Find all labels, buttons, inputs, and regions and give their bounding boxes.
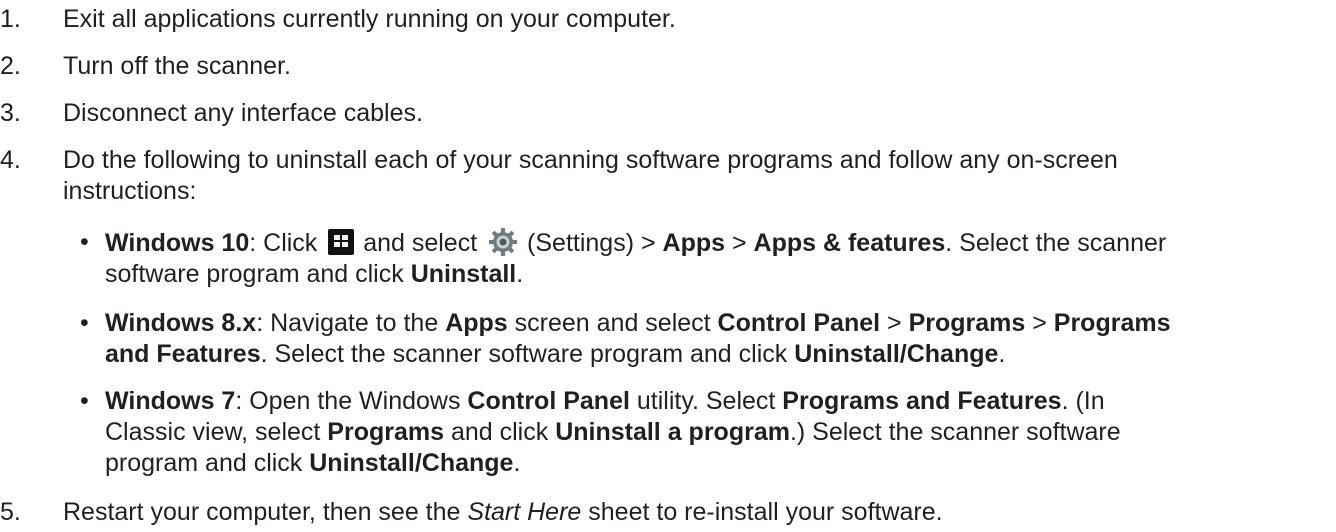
step-text: Turn off the scanner. — [63, 52, 291, 80]
bullet-dot: • — [80, 228, 89, 256]
os-name: Windows 8.x — [105, 309, 257, 337]
step-number: 5. — [0, 498, 21, 526]
step-text: Exit all applications currently running … — [63, 5, 676, 33]
step-text: Disconnect any interface cables. — [63, 99, 423, 127]
step-number: 3. — [0, 99, 21, 127]
step-number: 1. — [0, 5, 21, 33]
document-reference: Start Here — [467, 498, 582, 526]
step-number: 4. — [0, 146, 21, 174]
step-text: Do the following to uninstall each of yo… — [63, 146, 1118, 205]
os-name: Windows 10 — [105, 229, 250, 257]
windows-start-icon — [328, 229, 355, 255]
bullet-text: Windows 8.x: Navigate to the Apps screen… — [105, 309, 1171, 368]
gear-icon — [489, 228, 518, 256]
bullet-text: Windows 7: Open the Windows Control Pane… — [105, 387, 1121, 477]
step-text: Restart your computer, then see the Star… — [63, 498, 943, 526]
uninstall-instructions: 1. Exit all applications currently runni… — [0, 0, 1336, 532]
bullet-text: Windows 10: Click and select (Settings) … — [105, 228, 1167, 288]
bullet-dot: • — [80, 387, 89, 415]
step-number: 2. — [0, 52, 21, 80]
os-name: Windows 7 — [105, 387, 236, 415]
bullet-dot: • — [80, 309, 89, 337]
